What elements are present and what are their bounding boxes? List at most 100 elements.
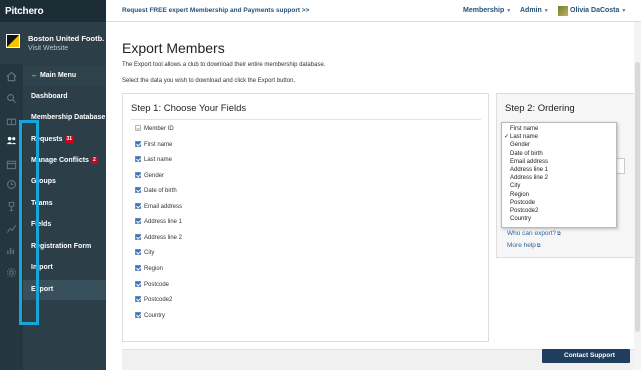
order-option[interactable]: Address line 2 [502, 174, 616, 182]
field-label: Postcode [144, 282, 170, 288]
checkbox[interactable] [135, 312, 141, 319]
field-label: Date of birth [144, 188, 177, 194]
option-label: Region [510, 191, 530, 198]
user-dropdown[interactable]: Olivia DaCosta ▼ [570, 7, 626, 14]
order-option[interactable]: Country [502, 215, 616, 223]
option-label: First name [510, 126, 539, 132]
checkbox[interactable] [135, 156, 141, 163]
field-checkbox-postcode[interactable]: Postcode [135, 279, 169, 291]
field-checkbox-address-1[interactable]: Address line 1 [135, 216, 182, 228]
field-checkbox-gender[interactable]: Gender [135, 170, 164, 182]
club-crest [6, 34, 20, 48]
order-dropdown-list[interactable]: First name ✓ Last name Gender Date of bir… [501, 122, 617, 228]
field-checkbox-address-2[interactable]: Address line 2 [135, 232, 182, 244]
field-label: Email address [144, 204, 183, 210]
order-option-selected[interactable]: ✓ Last name [502, 133, 616, 141]
page-description: The Export tool allows a club to downloa… [122, 62, 326, 68]
field-checkbox-first-name[interactable]: First name [135, 139, 172, 151]
menu-item-label: Membership Database [31, 114, 106, 121]
app-logo[interactable]: Pitchero [5, 6, 44, 17]
search-icon[interactable] [6, 93, 17, 104]
members-icon[interactable] [6, 135, 17, 146]
field-checkbox-date-of-birth[interactable]: Date of birth [135, 185, 177, 197]
menu-item-label: Manage Conflicts [31, 157, 89, 164]
checkbox[interactable] [135, 296, 141, 303]
gift-icon[interactable] [6, 115, 17, 126]
checkbox[interactable] [135, 265, 141, 272]
field-label: City [144, 250, 155, 256]
field-checkbox-member-id[interactable]: Member ID [135, 123, 174, 135]
field-label: Country [144, 313, 166, 319]
option-label: Last name [510, 134, 539, 141]
membership-dropdown[interactable]: Membership ▼ [463, 7, 511, 14]
checkbox[interactable] [135, 218, 141, 225]
order-option[interactable]: City [502, 182, 616, 190]
link-label: More help [507, 242, 536, 249]
field-label: Last name [144, 157, 173, 163]
order-option[interactable]: Region [502, 191, 616, 199]
step1-panel: Step 1: Choose Your Fields Member ID Fir… [122, 93, 489, 342]
contact-support-button[interactable]: Contact Support [542, 349, 630, 363]
option-label: Address line 2 [510, 175, 549, 182]
calendar-icon[interactable] [6, 159, 17, 170]
menu-item-dashboard[interactable]: Dashboard [23, 87, 106, 107]
avatar[interactable] [558, 6, 568, 16]
back-arrow-icon: ← [31, 72, 38, 79]
field-label: Postcode2 [144, 297, 173, 303]
order-option[interactable]: Gender [502, 141, 616, 149]
field-label: Member ID [144, 126, 174, 132]
checkbox[interactable] [135, 203, 141, 210]
step2-title: Step 2: Ordering [505, 103, 575, 114]
order-option[interactable]: Postcode [502, 199, 616, 207]
external-link-icon: ⧉ [557, 231, 561, 237]
field-checkbox-postcode2[interactable]: Postcode2 [135, 294, 172, 306]
field-checkbox-region[interactable]: Region [135, 263, 163, 275]
divider [131, 119, 481, 120]
checkbox[interactable] [135, 141, 141, 148]
option-label: Postcode2 [510, 207, 539, 214]
step1-title: Step 1: Choose Your Fields [131, 103, 247, 114]
option-label: Email address [510, 158, 549, 165]
checkbox[interactable] [135, 172, 141, 179]
promo-link[interactable]: Request FREE expert Membership and Payme… [122, 7, 309, 14]
settings-icon[interactable] [6, 267, 17, 278]
field-checkbox-last-name[interactable]: Last name [135, 154, 172, 166]
scroll-thumb[interactable] [635, 62, 640, 332]
requests-count-badge: 31 [64, 135, 75, 143]
chart-icon[interactable] [6, 245, 17, 256]
checkbox[interactable] [135, 281, 141, 288]
checkbox[interactable] [135, 125, 141, 132]
checkbox[interactable] [135, 249, 141, 256]
main-content: Export Members The Export tool allows a … [106, 22, 641, 370]
caret-down-icon: ▼ [543, 8, 549, 14]
option-label: Address line 1 [510, 166, 549, 173]
visit-website-link[interactable]: Visit Website [28, 45, 68, 52]
home-icon[interactable] [6, 71, 17, 82]
main-menu-label: Main Menu [39, 72, 77, 79]
clock-icon[interactable] [6, 179, 17, 190]
field-checkbox-email[interactable]: Email address [135, 201, 182, 213]
field-label: Address line 2 [144, 235, 183, 241]
field-checkbox-country[interactable]: Country [135, 310, 165, 322]
more-help-link[interactable]: More help⧉ [507, 242, 540, 249]
main-menu-button[interactable]: ← Main Menu [23, 66, 106, 86]
field-label: First name [144, 142, 173, 148]
who-can-export-link[interactable]: Who can export?⧉ [507, 230, 561, 237]
admin-dropdown[interactable]: Admin ▼ [520, 7, 549, 14]
order-option[interactable]: First name [502, 125, 616, 133]
field-checkbox-city[interactable]: City [135, 247, 154, 259]
stats-icon[interactable] [6, 223, 17, 234]
admin-label: Admin [520, 7, 542, 14]
order-option[interactable]: Email address [502, 158, 616, 166]
order-option[interactable]: Postcode2 [502, 207, 616, 215]
order-select[interactable] [617, 158, 625, 174]
option-label: Country [510, 216, 532, 223]
logo-bar: Pitchero [0, 0, 106, 22]
order-option[interactable]: Date of birth [502, 150, 616, 158]
caret-down-icon: ▼ [621, 8, 627, 14]
trophy-icon[interactable] [6, 201, 17, 212]
checkbox[interactable] [135, 187, 141, 194]
checkbox[interactable] [135, 234, 141, 241]
scrollbar[interactable] [634, 22, 641, 370]
order-option[interactable]: Address line 1 [502, 166, 616, 174]
